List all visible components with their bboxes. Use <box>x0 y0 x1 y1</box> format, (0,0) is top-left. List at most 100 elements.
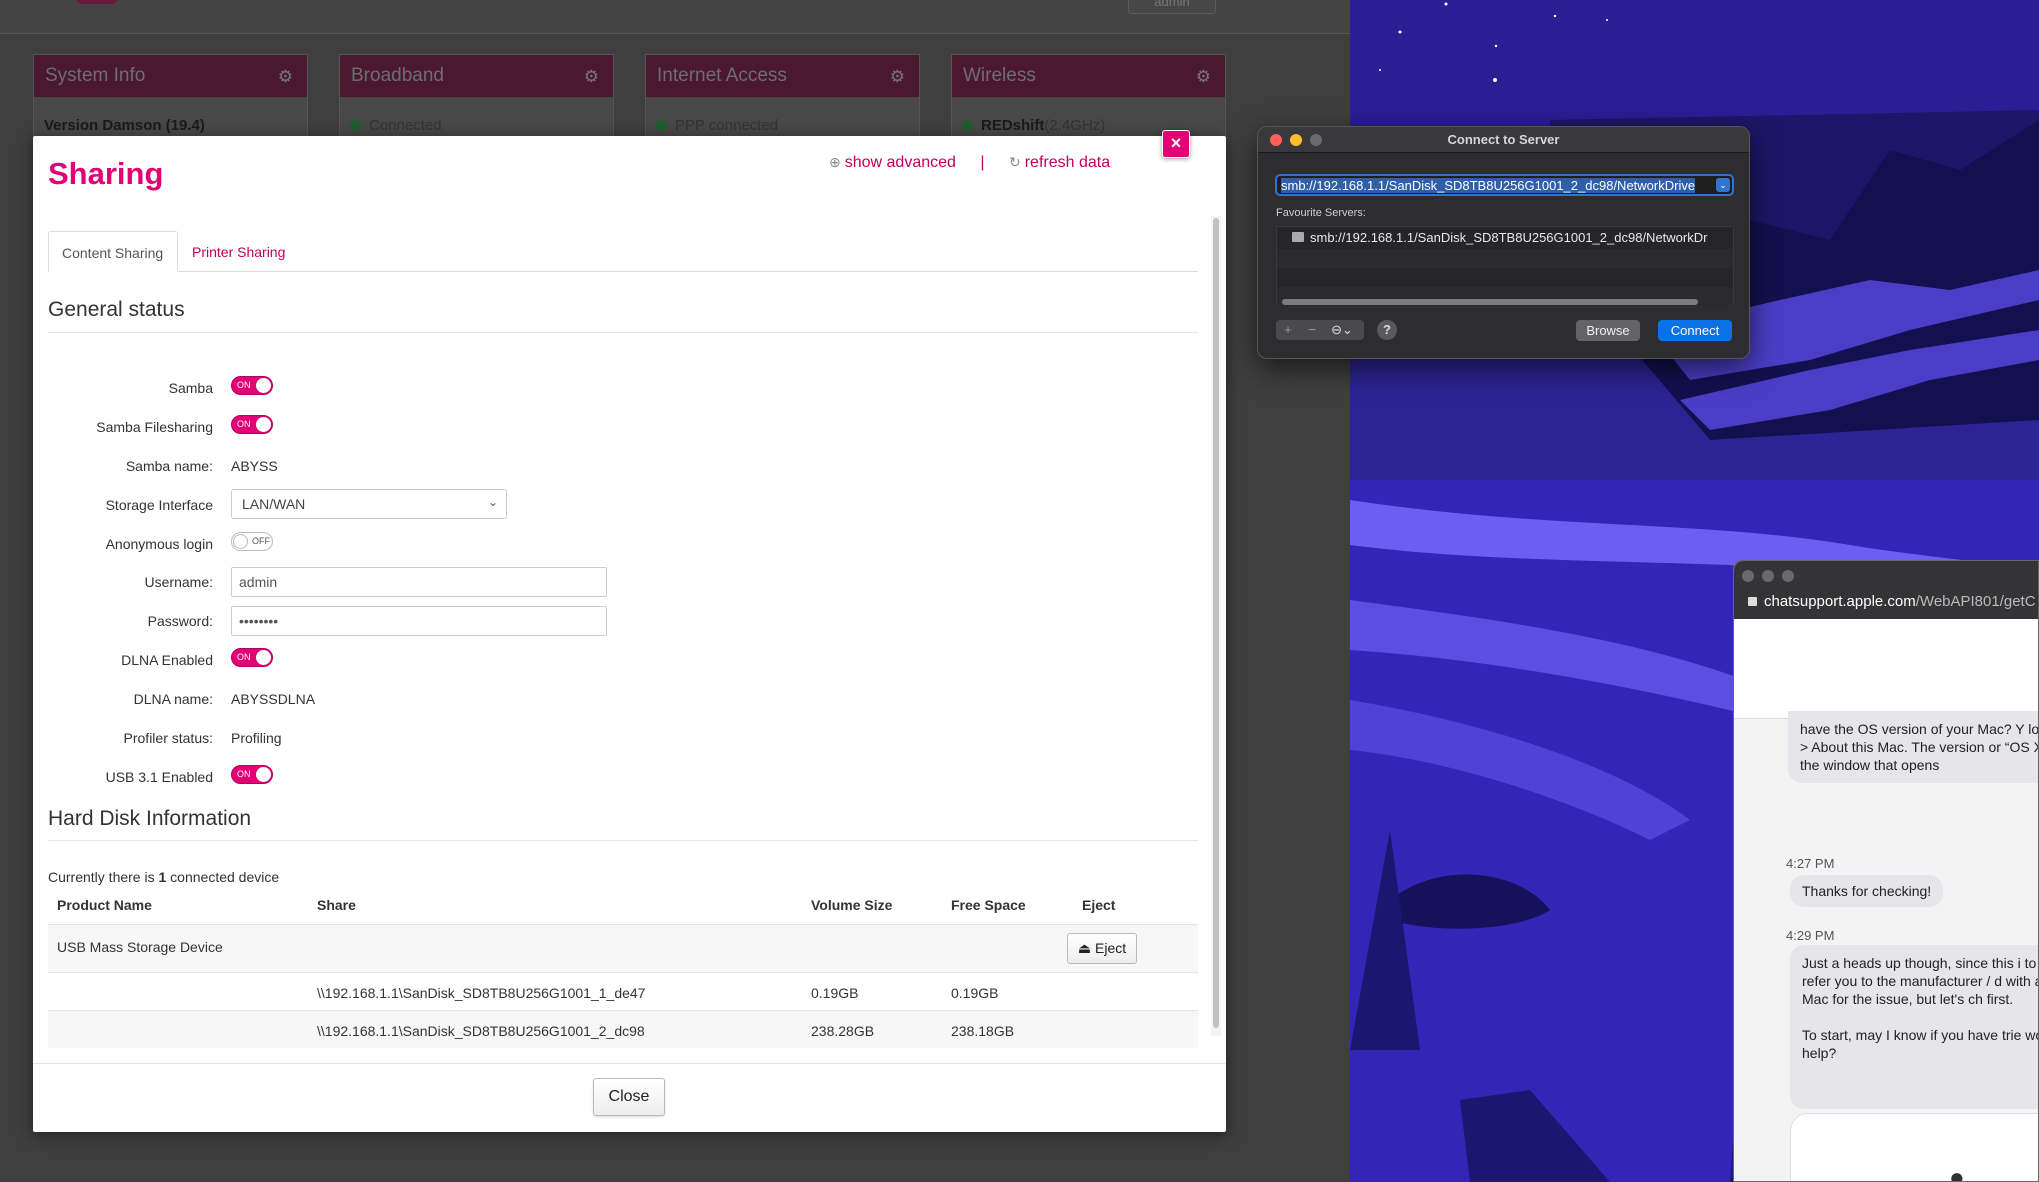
dlna-enabled-toggle[interactable]: ON <box>231 648 273 667</box>
minimize-window-icon[interactable] <box>1762 570 1774 582</box>
gear-icon[interactable]: ⚙ <box>1196 67 1211 87</box>
remove-server-button[interactable]: − <box>1300 320 1324 340</box>
message-time: 4:27 PM <box>1786 856 1835 871</box>
toggle-on-text: ON <box>237 652 251 662</box>
close-button[interactable]: Close <box>593 1078 665 1116</box>
help-button[interactable]: ? <box>1377 320 1397 340</box>
connected-prefix: Currently there is <box>48 869 159 885</box>
password-label: Password: <box>147 613 213 629</box>
col-free-space: Free Space <box>951 897 1026 913</box>
apple-logo-icon: ● <box>1949 1162 1965 1182</box>
chat-header <box>1734 619 2038 719</box>
sharing-modal: Sharing ⊕ show advanced | ↻ refresh data C… <box>33 136 1226 1132</box>
apple-support-chat-window: chatsupport.apple.com/WebAPI801/getC hav… <box>1733 560 2039 1182</box>
toggle-knob <box>256 767 271 782</box>
plus-circle-icon: ⊕ <box>829 154 841 170</box>
samba-filesharing-label: Samba Filesharing <box>96 419 213 435</box>
widget-text-bold: Version Damson (19.4) <box>44 117 205 134</box>
storage-interface-select[interactable]: LAN/WAN ⌄ <box>231 489 507 519</box>
address-bar[interactable]: chatsupport.apple.com/WebAPI801/getC <box>1748 593 2036 610</box>
favourite-server-item[interactable]: smb://192.168.1.1/SanDisk_SD8TB8U256G100… <box>1292 230 1707 245</box>
user-menu[interactable]: admin <box>1128 0 1216 14</box>
gear-icon[interactable]: ⚙ <box>278 67 293 87</box>
add-server-button[interactable]: + <box>1276 320 1300 340</box>
refresh-data-link[interactable]: ↻ refresh data <box>1009 154 1110 171</box>
usb31-label: USB 3.1 Enabled <box>105 769 213 785</box>
device-name: USB Mass Storage Device <box>57 939 223 955</box>
widget-wireless[interactable]: Wireless ⚙ REDshift(2.4GHz) <box>951 54 1226 140</box>
samba-filesharing-toggle[interactable]: ON <box>231 415 273 434</box>
free-space: 238.18GB <box>951 1023 1015 1039</box>
widget-text: (2.4GHz) <box>1044 117 1106 134</box>
connect-button[interactable]: Connect <box>1658 320 1732 341</box>
browser-toolbar: chatsupport.apple.com/WebAPI801/getC <box>1734 561 2038 619</box>
favourite-server-text: smb://192.168.1.1/SanDisk_SD8TB8U256G100… <box>1310 230 1708 245</box>
free-space: 0.19GB <box>951 985 999 1001</box>
favourites-label: Favourite Servers: <box>1276 207 1366 219</box>
favourites-controls: + − ⊖⌄ <box>1276 320 1364 340</box>
anonymous-login-label: Anonymous login <box>105 536 213 552</box>
zoom-window-icon[interactable] <box>1782 570 1794 582</box>
close-window-icon[interactable] <box>1270 134 1282 146</box>
gear-icon[interactable]: ⚙ <box>890 67 905 87</box>
tab-printer-sharing[interactable]: Printer Sharing <box>179 231 298 272</box>
lock-icon <box>1748 597 1757 606</box>
usb31-toggle[interactable]: ON <box>231 765 273 784</box>
footer-divider <box>33 1063 1226 1064</box>
agent-message: Just a heads up though, since this i to … <box>1790 945 2039 1109</box>
connect-to-server-window: Connect to Server smb://192.168.1.1/SanD… <box>1257 126 1750 359</box>
table-row: USB Mass Storage Device ⏏ Eject <box>48 924 1198 972</box>
connected-suffix: connected device <box>166 869 280 885</box>
hard-disk-heading: Hard Disk Information <box>48 807 252 830</box>
list-stripe <box>1277 249 1733 268</box>
browse-button[interactable]: Browse <box>1576 320 1640 341</box>
gear-icon[interactable]: ⚙ <box>584 67 599 87</box>
minimize-window-icon[interactable] <box>1290 134 1302 146</box>
modal-title: Sharing <box>48 156 164 191</box>
general-status-heading: General status <box>48 298 185 321</box>
widget-title: System Info <box>45 65 146 86</box>
col-volume-size: Volume Size <box>811 897 893 913</box>
chevron-down-icon[interactable]: ⌄ <box>1716 178 1730 192</box>
modal-scrollbar-thumb[interactable] <box>1213 218 1219 1028</box>
server-address-text: smb://192.168.1.1/SanDisk_SD8TB8U256G100… <box>1281 178 1696 193</box>
refresh-icon: ↻ <box>1008 154 1021 170</box>
username-field[interactable]: admin <box>231 567 607 597</box>
tab-content-sharing[interactable]: Content Sharing <box>48 231 178 272</box>
horizontal-scrollbar[interactable] <box>1282 299 1698 305</box>
password-field[interactable]: •••••••• <box>231 606 607 636</box>
divider <box>48 332 1198 333</box>
widget-title: Internet Access <box>657 65 787 86</box>
widget-internet-access[interactable]: Internet Access ⚙ PPP connected <box>645 54 920 140</box>
close-icon[interactable]: × <box>1162 130 1190 158</box>
samba-label: Samba <box>168 380 213 396</box>
toggle-on-text: ON <box>237 380 251 390</box>
eject-button[interactable]: ⏏ Eject <box>1067 933 1137 964</box>
anonymous-login-toggle[interactable]: OFF <box>231 532 273 551</box>
widget-broadband[interactable]: Broadband ⚙ Connected <box>339 54 614 140</box>
table-row: \\192.168.1.1\SanDisk_SD8TB8U256G1001_2_… <box>48 1010 1198 1048</box>
samba-toggle[interactable]: ON <box>231 376 273 395</box>
message-paragraph: To start, may I know if you have trie wo… <box>1802 1027 2039 1061</box>
widget-system-info[interactable]: System Info ⚙ Version Damson (19.4) <box>33 54 308 140</box>
toggle-off-text: OFF <box>252 536 270 546</box>
divider <box>48 840 1198 841</box>
zoom-window-icon[interactable] <box>1310 134 1322 146</box>
toggle-on-text: ON <box>237 769 251 779</box>
show-advanced-link[interactable]: ⊕ show advanced <box>829 154 956 171</box>
toggle-knob <box>256 650 271 665</box>
url-domain: chatsupport.apple.com <box>1764 593 1916 610</box>
widget-text-bold: REDshift <box>981 117 1045 134</box>
agent-message: Thanks for checking! <box>1790 875 1944 907</box>
col-share: Share <box>317 897 356 913</box>
network-drive-icon <box>1292 232 1304 242</box>
server-address-field[interactable]: smb://192.168.1.1/SanDisk_SD8TB8U256G100… <box>1275 174 1734 196</box>
close-window-icon[interactable] <box>1742 570 1754 582</box>
more-options-button[interactable]: ⊖⌄ <box>1324 320 1360 340</box>
volume-size: 238.28GB <box>811 1023 875 1039</box>
link-separator: | <box>980 154 985 171</box>
status-dot-icon <box>350 120 361 131</box>
modal-header-links: ⊕ show advanced | ↻ refresh data <box>829 154 1110 172</box>
chevron-down-icon: ⌄ <box>487 495 498 509</box>
eject-label: Eject <box>1095 940 1127 956</box>
